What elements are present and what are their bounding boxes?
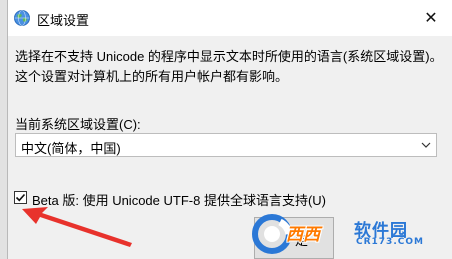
watermark-domain: CR173.COM (356, 237, 424, 247)
close-icon: ✕ (424, 10, 438, 27)
beta-utf8-checkbox[interactable] (14, 191, 27, 204)
watermark-brand: 西西 (286, 225, 320, 245)
locale-dropdown-value: 中文(简体，中国) (21, 141, 121, 156)
close-button[interactable]: ✕ (409, 0, 452, 36)
locale-dropdown[interactable]: 中文(简体，中国) (15, 133, 437, 157)
beta-utf8-label: Beta 版: 使用 Unicode UTF-8 提供全球语言支持(U) (32, 193, 326, 208)
chevron-down-icon (421, 142, 431, 148)
locale-label: 当前系统区域设置(C): (15, 117, 141, 132)
window-title: 区域设置 (37, 13, 90, 28)
title-bar: 区域设置 ✕ (8, 0, 452, 36)
checkmark-icon (15, 193, 26, 202)
site-watermark: 西西 软件园 CR173.COM (250, 208, 450, 258)
description-text: 选择在不支持 Unicode 的程序中显示文本时所使用的语言(系统区域设置)。这… (15, 49, 443, 84)
globe-icon (14, 10, 30, 26)
